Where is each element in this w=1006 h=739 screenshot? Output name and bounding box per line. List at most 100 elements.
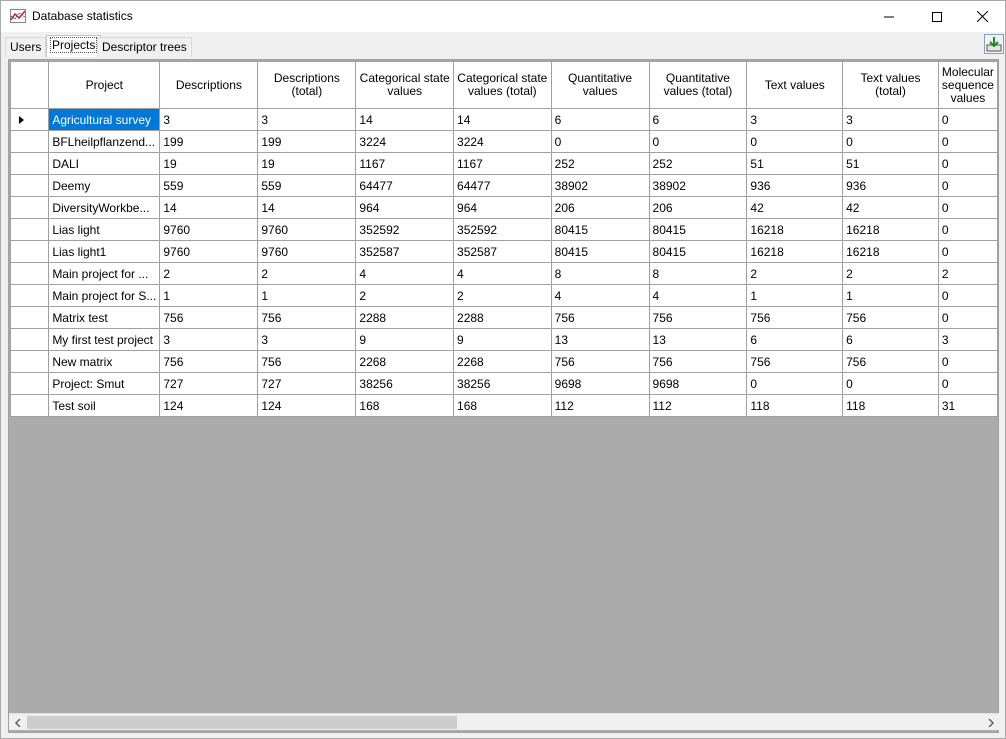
value-cell[interactable]: 0: [746, 372, 844, 395]
value-cell[interactable]: 3: [159, 328, 259, 351]
table-row[interactable]: Main project for ... 2 2 4 4 8 8 2 2 2: [9, 262, 998, 285]
value-cell[interactable]: 9698: [648, 372, 748, 395]
value-cell[interactable]: 727: [159, 372, 259, 395]
value-cell[interactable]: 3: [257, 328, 357, 351]
table-row[interactable]: DiversityWorkbe... 14 14 964 964 206 206 42 42 0: [9, 196, 998, 219]
value-cell[interactable]: 6: [746, 328, 844, 351]
project-name-cell[interactable]: DiversityWorkbe...: [48, 196, 161, 219]
value-cell[interactable]: 3224: [453, 130, 552, 153]
value-cell[interactable]: 1: [159, 284, 259, 307]
horizontal-scrollbar[interactable]: [9, 713, 999, 730]
project-name-cell[interactable]: Deemy: [48, 174, 161, 197]
value-cell[interactable]: 9: [355, 328, 455, 351]
value-cell[interactable]: 4: [648, 284, 748, 307]
value-cell[interactable]: 31: [937, 394, 998, 417]
table-row[interactable]: DALI 19 19 1167 1167 252 252 51 51 0: [9, 152, 998, 175]
value-cell[interactable]: 756: [257, 350, 357, 373]
maximize-button[interactable]: [914, 1, 960, 32]
value-cell[interactable]: 2268: [453, 350, 552, 373]
value-cell[interactable]: 0: [937, 350, 998, 373]
value-cell[interactable]: 14: [257, 196, 357, 219]
value-cell[interactable]: 559: [159, 174, 259, 197]
scroll-left-button[interactable]: [9, 714, 26, 731]
value-cell[interactable]: 756: [257, 306, 357, 329]
table-row[interactable]: My first test project 3 3 9 9 13 13 6 6 3: [9, 328, 998, 351]
value-cell[interactable]: 2: [937, 262, 998, 285]
value-cell[interactable]: 2268: [355, 350, 455, 373]
value-cell[interactable]: 1: [842, 284, 939, 307]
value-cell[interactable]: 0: [937, 130, 998, 153]
column-header[interactable]: Text values (total): [842, 61, 939, 109]
project-name-cell[interactable]: Project: Smut: [48, 372, 161, 395]
value-cell[interactable]: 16218: [842, 218, 939, 241]
row-header[interactable]: [9, 372, 50, 395]
value-cell[interactable]: 0: [937, 174, 998, 197]
value-cell[interactable]: 2: [746, 262, 844, 285]
export-button[interactable]: [984, 34, 1004, 54]
value-cell[interactable]: 42: [746, 196, 844, 219]
value-cell[interactable]: 80415: [550, 240, 650, 263]
row-header[interactable]: [9, 196, 50, 219]
value-cell[interactable]: 756: [550, 306, 650, 329]
table-row[interactable]: Lias light1 9760 9760 352587 352587 80415 8041…: [9, 240, 998, 263]
value-cell[interactable]: 3: [257, 108, 357, 131]
project-name-cell[interactable]: My first test project: [48, 328, 161, 351]
value-cell[interactable]: 199: [159, 130, 259, 153]
value-cell[interactable]: 0: [648, 130, 748, 153]
value-cell[interactable]: 112: [648, 394, 748, 417]
value-cell[interactable]: 14: [159, 196, 259, 219]
value-cell[interactable]: 206: [550, 196, 650, 219]
value-cell[interactable]: 9760: [159, 240, 259, 263]
value-cell[interactable]: 0: [937, 240, 998, 263]
value-cell[interactable]: 0: [937, 306, 998, 329]
value-cell[interactable]: 2: [453, 284, 552, 307]
value-cell[interactable]: 13: [648, 328, 748, 351]
value-cell[interactable]: 64477: [355, 174, 455, 197]
project-name-cell[interactable]: Main project for ...: [48, 262, 161, 285]
value-cell[interactable]: 6: [648, 108, 748, 131]
value-cell[interactable]: 38902: [550, 174, 650, 197]
value-cell[interactable]: 9698: [550, 372, 650, 395]
value-cell[interactable]: 964: [453, 196, 552, 219]
column-header[interactable]: Categorical state values (total): [453, 61, 552, 109]
value-cell[interactable]: 14: [453, 108, 552, 131]
table-row[interactable]: Main project for S... 1 1 2 2 4 4 1 1 0: [9, 284, 998, 307]
value-cell[interactable]: 14: [355, 108, 455, 131]
value-cell[interactable]: 756: [842, 350, 939, 373]
column-header[interactable]: Descriptions: [159, 61, 259, 109]
row-header[interactable]: [9, 394, 50, 417]
value-cell[interactable]: 0: [842, 372, 939, 395]
value-cell[interactable]: 756: [746, 350, 844, 373]
project-name-cell[interactable]: BFLheilpflanzend...: [48, 130, 161, 153]
table-row[interactable]: Matrix test 756 756 2288 2288 756 756 756 756 0: [9, 306, 998, 329]
value-cell[interactable]: 756: [842, 306, 939, 329]
value-cell[interactable]: 3224: [355, 130, 455, 153]
table-row[interactable]: New matrix 756 756 2268 2268 756 756 756 756 0: [9, 350, 998, 373]
value-cell[interactable]: 118: [746, 394, 844, 417]
value-cell[interactable]: 252: [648, 152, 748, 175]
value-cell[interactable]: 118: [842, 394, 939, 417]
value-cell[interactable]: 199: [257, 130, 357, 153]
value-cell[interactable]: 964: [355, 196, 455, 219]
table-row[interactable]: Test soil 124 124 168 168 112 112 118 118 31: [9, 394, 998, 417]
value-cell[interactable]: 9760: [257, 218, 357, 241]
value-cell[interactable]: 0: [842, 130, 939, 153]
value-cell[interactable]: 51: [842, 152, 939, 175]
value-cell[interactable]: 0: [937, 196, 998, 219]
value-cell[interactable]: 756: [550, 350, 650, 373]
value-cell[interactable]: 3: [842, 108, 939, 131]
value-cell[interactable]: 727: [257, 372, 357, 395]
value-cell[interactable]: 8: [550, 262, 650, 285]
value-cell[interactable]: 19: [257, 152, 357, 175]
row-header[interactable]: [9, 306, 50, 329]
value-cell[interactable]: 4: [355, 262, 455, 285]
minimize-button[interactable]: [866, 1, 912, 32]
value-cell[interactable]: 0: [937, 108, 998, 131]
value-cell[interactable]: 352587: [453, 240, 552, 263]
project-name-cell[interactable]: Agricultural survey: [48, 108, 161, 131]
value-cell[interactable]: 0: [937, 284, 998, 307]
value-cell[interactable]: 0: [937, 152, 998, 175]
value-cell[interactable]: 124: [257, 394, 357, 417]
table-row[interactable]: Agricultural survey 3 3 14 14 6 6 3 3 0: [9, 108, 998, 131]
value-cell[interactable]: 559: [257, 174, 357, 197]
